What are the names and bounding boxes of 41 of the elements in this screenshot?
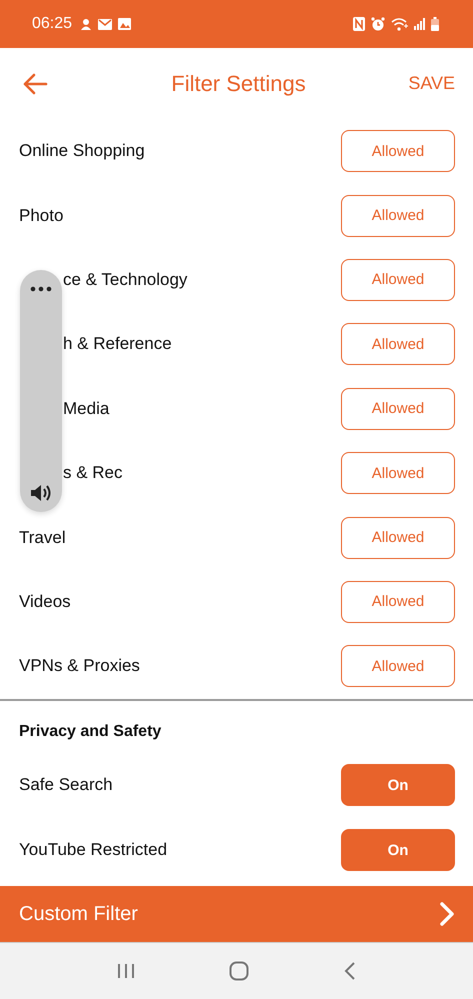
- category-label: Online Shopping: [19, 141, 145, 162]
- allowed-button[interactable]: Allowed: [341, 258, 455, 301]
- mail-icon: [98, 18, 112, 30]
- toggle-button[interactable]: On: [341, 829, 455, 872]
- home-icon[interactable]: [229, 961, 250, 981]
- allowed-button[interactable]: Allowed: [341, 580, 455, 623]
- allowed-button[interactable]: Allowed: [341, 452, 455, 494]
- category-label: Videos: [19, 592, 71, 612]
- category-label: ce & Technology: [63, 270, 188, 290]
- speaker-icon[interactable]: [30, 484, 52, 502]
- category-label: s & Rec: [63, 463, 123, 484]
- battery-icon: [431, 17, 439, 31]
- page-title: Filter Settings: [171, 70, 306, 96]
- image-icon: [118, 18, 132, 30]
- setting-label: Safe Search: [19, 775, 113, 796]
- more-icon[interactable]: [30, 286, 52, 292]
- allowed-button[interactable]: Allowed: [341, 194, 455, 237]
- wifi-icon: [391, 18, 408, 30]
- chevron-icon: [439, 901, 455, 927]
- setting-label: YouTube Restricted: [19, 840, 168, 860]
- toggle-button[interactable]: On: [341, 764, 455, 806]
- status-time: 06:25: [32, 15, 72, 33]
- back-button[interactable]: [22, 72, 48, 94]
- section-heading: Privacy and Safety: [18, 722, 162, 742]
- category-label: Photo: [19, 206, 64, 226]
- signal-icon: [414, 18, 425, 30]
- allowed-button[interactable]: Allowed: [341, 645, 455, 688]
- allowed-button[interactable]: Allowed: [341, 130, 455, 172]
- allowed-button[interactable]: Allowed: [341, 388, 455, 430]
- category-label: Travel: [19, 528, 66, 548]
- category-label: Media: [63, 398, 110, 419]
- back-nav-icon[interactable]: [344, 961, 356, 981]
- save-button[interactable]: SAVE: [408, 73, 455, 94]
- custom-filter-bar[interactable]: Custom Filter: [0, 886, 473, 942]
- allowed-button[interactable]: Allowed: [341, 323, 455, 366]
- alarm-icon: [371, 17, 385, 31]
- category-label: VPNs & Proxies: [19, 656, 140, 676]
- nfc-icon: [353, 17, 365, 31]
- recent-apps-icon[interactable]: [117, 963, 136, 979]
- allowed-button[interactable]: Allowed: [341, 516, 455, 559]
- category-label: h & Reference: [63, 334, 172, 354]
